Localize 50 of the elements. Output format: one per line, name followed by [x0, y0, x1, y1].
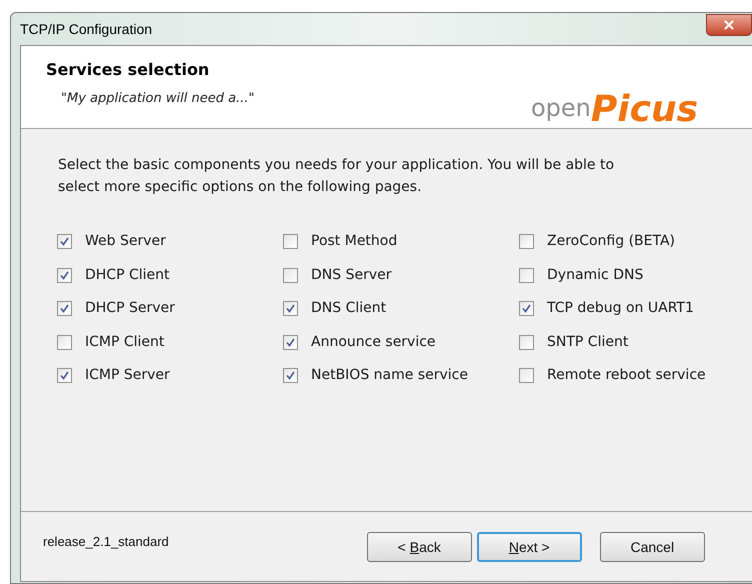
- page-subtitle: "My application will need a...": [61, 90, 254, 108]
- checkmark-icon: [286, 304, 295, 314]
- checkmark-icon: [522, 304, 531, 314]
- option-label: Announce service: [311, 332, 436, 352]
- checkbox[interactable]: [283, 301, 298, 316]
- close-button[interactable]: [706, 14, 752, 36]
- page-title: Services selection: [46, 59, 210, 81]
- version-label: release_2.1_standard: [43, 533, 169, 551]
- close-icon: [722, 18, 736, 32]
- checkbox[interactable]: [519, 368, 534, 384]
- window-title: TCP/IP Configuration: [20, 20, 152, 39]
- checkbox[interactable]: [283, 368, 298, 384]
- option-label: SNTP Client: [547, 332, 628, 352]
- option-label: DNS Client: [311, 299, 386, 318]
- checkbox[interactable]: [57, 301, 72, 316]
- checkmark-icon: [60, 371, 69, 380]
- checkbox[interactable]: [283, 234, 298, 250]
- checkbox[interactable]: [519, 334, 534, 350]
- checkbox[interactable]: [519, 268, 534, 283]
- option-label: DHCP Server: [85, 299, 175, 318]
- cancel-button[interactable]: Cancel: [600, 532, 705, 562]
- option-label: Web Server: [85, 232, 166, 252]
- option-label: Post Method: [311, 232, 398, 252]
- checkmark-icon: [60, 237, 69, 246]
- checkmark-icon: [286, 371, 295, 380]
- next-button[interactable]: Next >: [476, 532, 582, 562]
- option-label: NetBIOS name service: [311, 366, 468, 386]
- intro-text: Select the basic components you needs for your application. You will be able to select more specific options on the following pages.: [58, 156, 616, 197]
- option-label: Dynamic DNS: [547, 266, 644, 285]
- option-label: DHCP Client: [85, 266, 170, 285]
- checkmark-icon: [286, 338, 295, 347]
- logo-text: open: [530, 93, 591, 124]
- checkbox[interactable]: [283, 268, 298, 283]
- checkmark-icon: [60, 304, 69, 314]
- checkbox[interactable]: [57, 268, 72, 283]
- option-label: ICMP Client: [85, 332, 164, 352]
- checkbox[interactable]: [283, 334, 298, 350]
- checkbox[interactable]: [57, 234, 72, 250]
- checkbox[interactable]: [519, 301, 534, 316]
- checkbox[interactable]: [519, 234, 534, 250]
- logo-text: Picus: [590, 92, 698, 128]
- option-label: TCP debug on UART1: [547, 299, 694, 318]
- checkbox[interactable]: [57, 334, 72, 350]
- back-button[interactable]: < Back: [366, 532, 472, 562]
- option-label: ZeroConfig (BETA): [547, 232, 676, 252]
- checkmark-icon: [60, 270, 69, 280]
- checkbox[interactable]: [57, 368, 72, 384]
- option-label: Remote reboot service: [547, 366, 706, 386]
- option-label: DNS Server: [311, 266, 392, 285]
- option-label: ICMP Server: [85, 366, 170, 386]
